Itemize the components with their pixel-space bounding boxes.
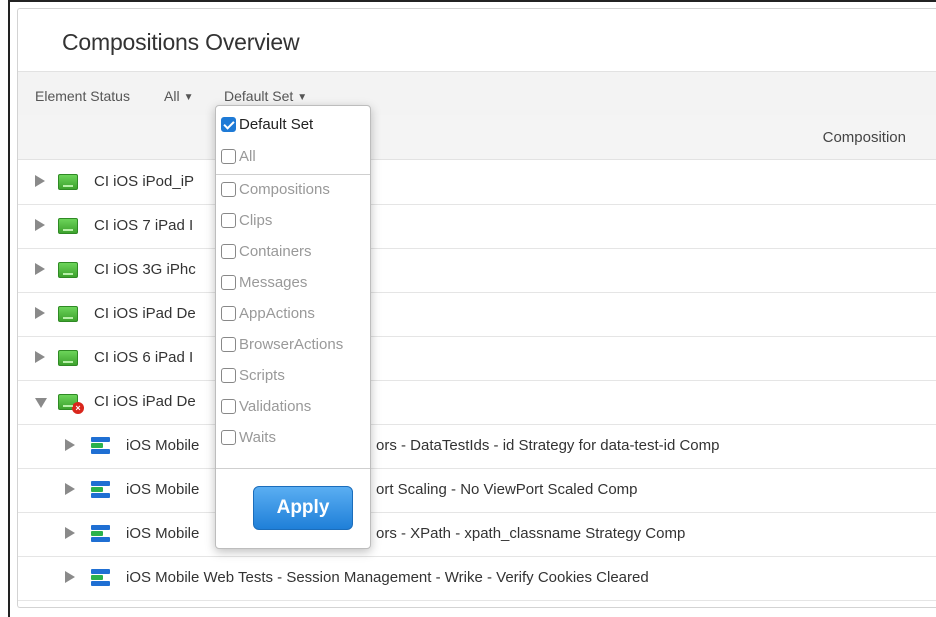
option-label: Compositions — [239, 181, 330, 198]
checkbox-icon[interactable] — [221, 430, 236, 445]
composition-icon — [91, 481, 110, 499]
checkbox-checked-icon[interactable] — [221, 117, 236, 132]
table-row[interactable]: CI iOS iPod_iP — [18, 160, 936, 205]
table-row[interactable]: iOS Mobile Web Tests - Session Managemen… — [18, 556, 936, 601]
checkbox-icon[interactable] — [221, 149, 236, 164]
composition-icon — [91, 569, 110, 587]
option-label: Messages — [239, 274, 308, 291]
column-header-composition[interactable]: Composition — [823, 129, 906, 146]
row-label: CI iOS iPad De — [94, 305, 196, 322]
set-value: Default Set — [224, 88, 294, 104]
apply-button[interactable]: Apply — [253, 486, 353, 530]
checkbox-icon[interactable] — [221, 182, 236, 197]
row-label-tail: ort Scaling - No ViewPort Scaled Comp — [376, 481, 638, 498]
caret-down-icon: ▼ — [183, 92, 194, 103]
row-label: CI iOS iPad De — [94, 393, 196, 410]
set-dropdown[interactable]: Default Set ▼ — [224, 88, 307, 104]
checkbox-icon[interactable] — [221, 399, 236, 414]
row-label: iOS Mobile — [126, 525, 200, 542]
expand-arrow-icon[interactable] — [35, 351, 45, 363]
expand-arrow-icon[interactable] — [65, 571, 75, 583]
checkbox-icon[interactable] — [221, 244, 236, 259]
row-label: iOS Mobile Web Tests - Session Managemen… — [126, 569, 649, 586]
option-label: Validations — [239, 398, 312, 415]
option-label: Containers — [239, 243, 312, 260]
expand-arrow-icon[interactable] — [35, 219, 45, 231]
checkbox-icon[interactable] — [221, 337, 236, 352]
divider — [216, 468, 370, 469]
composition-icon — [91, 525, 110, 543]
suite-icon — [58, 306, 78, 322]
expand-arrow-icon[interactable] — [65, 483, 75, 495]
expand-arrow-icon[interactable] — [65, 527, 75, 539]
table-row[interactable]: iOS Mobile ort Scaling - No ViewPort Sca… — [18, 468, 936, 513]
row-label: CI iOS 7 iPad I — [94, 217, 194, 234]
expand-arrow-icon[interactable] — [35, 263, 45, 275]
option-label: BrowserActions — [239, 336, 344, 353]
option-label: Waits — [239, 429, 276, 446]
row-label: iOS Mobile — [126, 481, 200, 498]
checkbox-icon[interactable] — [221, 213, 236, 228]
element-status-dropdown[interactable]: All ▼ — [164, 88, 193, 104]
collapse-arrow-icon[interactable] — [35, 398, 47, 408]
option-label: AppActions — [239, 305, 315, 322]
row-label: CI iOS 3G iPhc — [94, 261, 196, 278]
checkbox-icon[interactable] — [221, 306, 236, 321]
table-header: Composition — [18, 115, 936, 160]
element-set-dropdown-menu: Default Set All Compositions Clips Conta… — [215, 105, 371, 549]
error-icon: × — [72, 402, 84, 414]
suite-icon: × — [58, 394, 84, 414]
suite-icon — [58, 262, 78, 278]
option-label: All — [239, 148, 256, 165]
compositions-overview-panel: Compositions Overview Element Status All… — [17, 8, 936, 608]
suite-icon — [58, 218, 78, 234]
filter-bar: Element Status All ▼ Default Set ▼ — [18, 71, 936, 117]
option-label: Clips — [239, 212, 273, 229]
table-row[interactable]: iOS Mobile ors - DataTestIds - id Strate… — [18, 424, 936, 469]
suite-icon — [58, 174, 78, 190]
caret-down-icon: ▼ — [297, 92, 308, 103]
row-label-tail: ors - DataTestIds - id Strategy for data… — [376, 437, 720, 454]
option-label: Default Set — [239, 116, 314, 133]
page-title: Compositions Overview — [62, 29, 300, 55]
table-row[interactable]: CI iOS iPad De — [18, 292, 936, 337]
row-label-tail: ors - XPath - xpath_classname Strategy C… — [376, 525, 686, 542]
divider — [216, 174, 370, 175]
row-label: iOS Mobile — [126, 437, 200, 454]
table-row[interactable]: × CI iOS iPad De — [18, 380, 936, 425]
table-row[interactable]: CI iOS 3G iPhc — [18, 248, 936, 293]
composition-icon — [91, 437, 110, 455]
table-row[interactable]: iOS Mobile ors - XPath - xpath_classname… — [18, 512, 936, 557]
element-status-value: All — [164, 88, 180, 104]
expand-arrow-icon[interactable] — [65, 439, 75, 451]
table-row[interactable]: CI iOS 7 iPad I — [18, 204, 936, 249]
option-label: Scripts — [239, 367, 285, 384]
checkbox-icon[interactable] — [221, 368, 236, 383]
element-status-label: Element Status — [35, 88, 130, 104]
row-label: CI iOS iPod_iP — [94, 173, 195, 190]
table-row[interactable]: CI iOS 6 iPad I — [18, 336, 936, 381]
expand-arrow-icon[interactable] — [35, 175, 45, 187]
row-label: CI iOS 6 iPad I — [94, 349, 194, 366]
expand-arrow-icon[interactable] — [35, 307, 45, 319]
suite-icon — [58, 350, 78, 366]
checkbox-icon[interactable] — [221, 275, 236, 290]
